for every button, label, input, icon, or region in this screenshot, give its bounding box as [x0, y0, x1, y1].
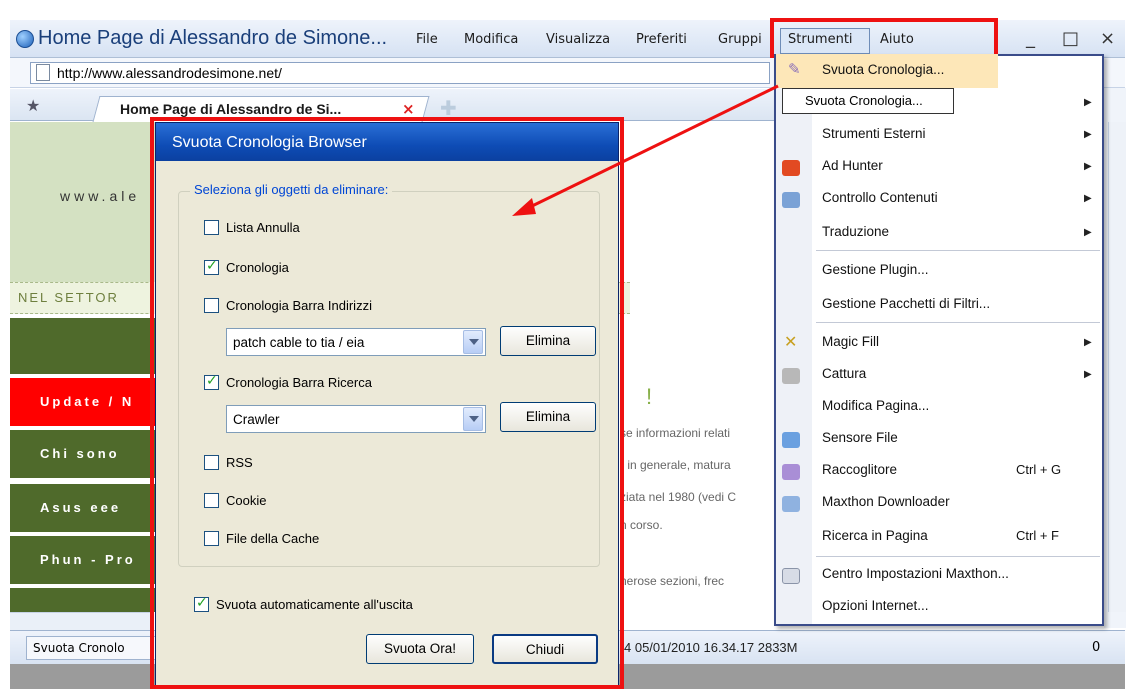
menu-item-centro-impostazioni[interactable]: Centro Impostazioni Maxthon... — [822, 566, 1009, 581]
collector-icon — [782, 464, 800, 480]
chevron-right-icon: ▶ — [1084, 129, 1092, 140]
menu-item-controllo-contenuti[interactable]: Controllo Contenuti — [822, 190, 938, 205]
tab-label[interactable]: Home Page di Alessandro de Si... — [120, 101, 341, 117]
ad-hunter-icon — [782, 160, 800, 176]
downloader-icon — [782, 496, 800, 512]
chevron-right-icon: ▶ — [1084, 97, 1092, 108]
content-control-icon — [782, 192, 800, 208]
page-icon — [36, 64, 50, 81]
section-text: NEL SETTOR — [18, 290, 119, 305]
status-info: 4 05/01/2010 16.34.17 2833M — [624, 640, 798, 655]
menu-separator — [816, 250, 1100, 251]
nav-item-phun[interactable]: Phun - Pro — [10, 536, 160, 584]
menu-item-traduzione[interactable]: Traduzione — [822, 224, 889, 239]
menu-item-magic-fill[interactable]: Magic Fill — [822, 334, 879, 349]
menu-item-opzioni-internet[interactable]: Opzioni Internet... — [822, 598, 929, 613]
menu-item-modifica-pagina[interactable]: Modifica Pagina... — [822, 398, 929, 413]
menu-item-gestione-plugin[interactable]: Gestione Plugin... — [822, 262, 929, 277]
page-text-line: r in generale, matura — [620, 458, 731, 472]
menu-item-gestione-pacchetti[interactable]: Gestione Pacchetti di Filtri... — [822, 296, 990, 311]
page-text-line: se informazioni relati — [620, 426, 731, 440]
annotation-frame-dialog — [150, 117, 624, 689]
nav-item-asus[interactable]: Asus eee — [10, 484, 160, 532]
address-input[interactable]: http://www.alessandrodesimone.net/ — [30, 62, 770, 84]
menu-modifica[interactable]: Modifica — [464, 32, 518, 47]
magic-fill-icon: ✕ — [784, 332, 798, 351]
broom-icon: ✎ — [788, 60, 801, 78]
chevron-right-icon: ▶ — [1084, 337, 1092, 348]
app-icon — [16, 30, 34, 48]
nav-item-update[interactable]: Update / N — [10, 378, 160, 426]
menu-separator — [816, 322, 1100, 323]
menu-item-ad-hunter[interactable]: Ad Hunter — [822, 158, 883, 173]
vertical-scrollbar[interactable] — [1108, 122, 1126, 612]
nav-spacer — [10, 318, 160, 374]
chevron-right-icon: ▶ — [1084, 161, 1092, 172]
status-text: Svuota Cronolo — [26, 636, 156, 660]
tab-close-icon[interactable]: × — [402, 100, 415, 118]
menu-file[interactable]: File — [416, 32, 438, 47]
close-window-button[interactable]: × — [1100, 28, 1115, 49]
chevron-right-icon: ▶ — [1084, 193, 1092, 204]
tooltip: Svuota Cronologia... — [782, 88, 954, 114]
menu-item-svuota-label[interactable]: Svuota Cronologia... — [822, 62, 944, 77]
banner-text: www.ale — [60, 188, 141, 204]
menu-gruppi[interactable]: Gruppi — [718, 32, 762, 47]
page-text-line: ziata nel 1980 (vedi C — [620, 490, 737, 504]
window-title: Home Page di Alessandro de Simone... — [38, 27, 388, 49]
menu-item-sensore-file[interactable]: Sensore File — [822, 430, 898, 445]
menu-visualizza[interactable]: Visualizza — [546, 32, 610, 47]
shortcut-ctrl-g: Ctrl + G — [1016, 462, 1062, 477]
nav-item-more[interactable] — [10, 588, 160, 612]
horizontal-scrollbar[interactable] — [10, 612, 150, 630]
nav-item-chi-sono[interactable]: Chi sono — [10, 430, 160, 478]
favorites-star-icon[interactable]: ★ — [26, 96, 40, 115]
page-exclaim: ! — [646, 384, 653, 409]
menu-separator — [816, 556, 1100, 557]
chevron-right-icon: ▶ — [1084, 369, 1092, 380]
status-count: 0 — [1092, 640, 1101, 655]
menu-item-ricerca-pagina[interactable]: Ricerca in Pagina — [822, 528, 928, 543]
menu-preferiti[interactable]: Preferiti — [636, 32, 687, 47]
menu-item-maxthon-downloader[interactable]: Maxthon Downloader — [822, 494, 950, 509]
file-sensor-icon — [782, 432, 800, 448]
menu-item-cattura[interactable]: Cattura — [822, 366, 866, 381]
settings-center-icon — [782, 568, 800, 584]
menu-item-raccoglitore[interactable]: Raccoglitore — [822, 462, 897, 477]
page-text-line: n corso. — [620, 518, 663, 532]
page-text-line: nerose sezioni, frec — [620, 574, 725, 588]
maximize-button[interactable]: □ — [1062, 28, 1079, 49]
chevron-right-icon: ▶ — [1084, 227, 1092, 238]
shortcut-ctrl-f: Ctrl + F — [1016, 528, 1059, 543]
minimize-button[interactable]: _ — [1026, 28, 1035, 49]
menu-item-strumenti-esterni[interactable]: Strumenti Esterni — [822, 126, 926, 141]
camera-icon — [782, 368, 800, 384]
